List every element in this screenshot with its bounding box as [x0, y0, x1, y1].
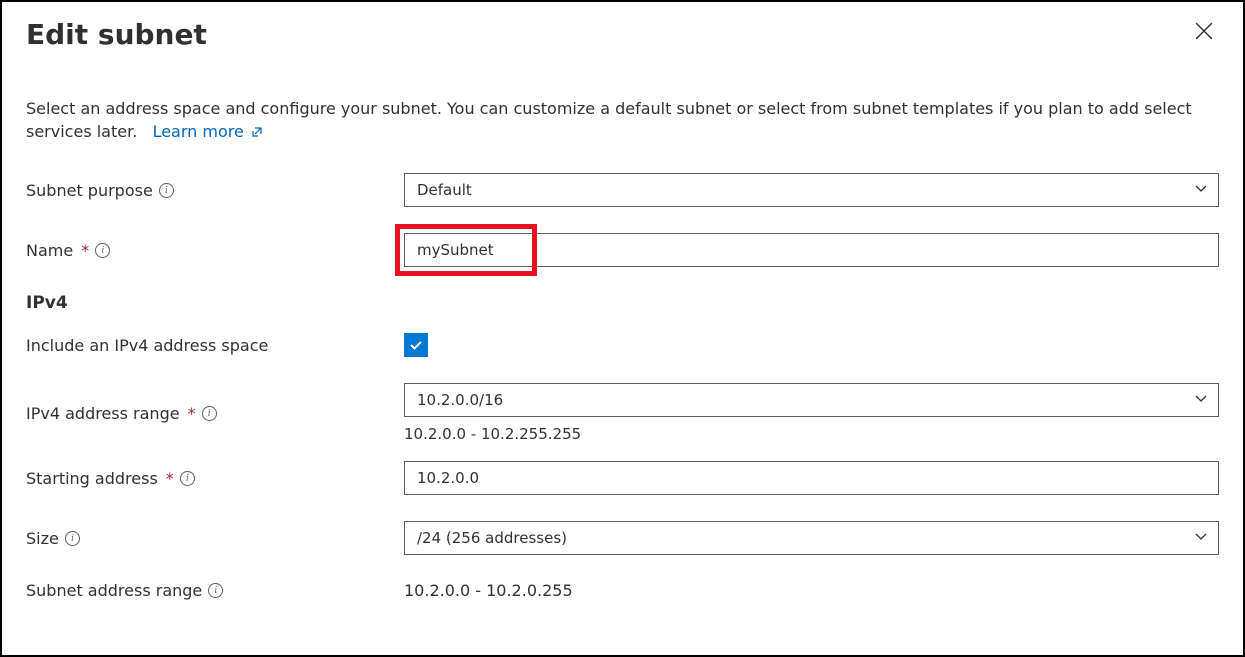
label-name: Name * i	[26, 241, 404, 260]
label-subnet-purpose-text: Subnet purpose	[26, 181, 153, 200]
size-select[interactable]: /24 (256 addresses)	[404, 521, 1219, 555]
info-icon[interactable]: i	[180, 471, 195, 486]
required-indicator: *	[81, 241, 89, 260]
ipv4-range-select[interactable]: 10.2.0.0/16	[404, 383, 1219, 417]
info-icon[interactable]: i	[208, 583, 223, 598]
label-subnet-range: Subnet address range i	[26, 581, 404, 600]
ipv4-range-value: 10.2.0.0/16	[417, 391, 503, 409]
info-icon[interactable]: i	[65, 531, 80, 546]
label-ipv4-range-text: IPv4 address range	[26, 404, 180, 423]
row-ipv4-range-wrap: IPv4 address range * i 10.2.0.0/16 10.2.…	[26, 383, 1219, 443]
panel-header: Edit subnet	[26, 12, 1219, 51]
row-include-ipv4: Include an IPv4 address space	[26, 333, 1219, 357]
name-input[interactable]: mySubnet	[404, 233, 1219, 267]
ipv4-range-helper: 10.2.0.0 - 10.2.255.255	[404, 425, 1219, 443]
required-indicator: *	[188, 404, 196, 423]
label-include-ipv4: Include an IPv4 address space	[26, 336, 404, 355]
label-subnet-range-text: Subnet address range	[26, 581, 202, 600]
chevron-down-icon	[1194, 181, 1208, 199]
learn-more-link[interactable]: Learn more	[153, 122, 263, 141]
start-address-value: 10.2.0.0	[417, 469, 479, 487]
row-subnet-purpose: Subnet purpose i Default	[26, 173, 1219, 207]
panel-title: Edit subnet	[26, 18, 207, 51]
row-ipv4-range: IPv4 address range * i 10.2.0.0/16 10.2.…	[26, 383, 1219, 443]
learn-more-text: Learn more	[153, 122, 244, 141]
ipv4-heading: IPv4	[26, 293, 1219, 313]
subnet-purpose-value: Default	[417, 181, 472, 199]
chevron-down-icon	[1194, 529, 1208, 547]
label-name-text: Name	[26, 241, 73, 260]
edit-subnet-panel: Edit subnet Select an address space and …	[0, 0, 1245, 657]
row-start-address: Starting address * i 10.2.0.0	[26, 461, 1219, 495]
info-icon[interactable]: i	[159, 183, 174, 198]
row-name: Name * i mySubnet	[26, 233, 1219, 267]
row-size: Size i /24 (256 addresses)	[26, 521, 1219, 555]
close-button[interactable]	[1189, 16, 1219, 49]
label-size: Size i	[26, 529, 404, 548]
label-ipv4-range: IPv4 address range * i	[26, 404, 404, 423]
required-indicator: *	[166, 469, 174, 488]
label-include-ipv4-text: Include an IPv4 address space	[26, 336, 268, 355]
close-icon	[1195, 22, 1213, 40]
checkmark-icon	[408, 337, 424, 353]
include-ipv4-checkbox[interactable]	[404, 333, 428, 357]
row-subnet-range: Subnet address range i 10.2.0.0 - 10.2.0…	[26, 581, 1219, 600]
label-size-text: Size	[26, 529, 59, 548]
start-address-input[interactable]: 10.2.0.0	[404, 461, 1219, 495]
subnet-range-value: 10.2.0.0 - 10.2.0.255	[404, 581, 573, 600]
size-value: /24 (256 addresses)	[417, 529, 567, 547]
subnet-purpose-select[interactable]: Default	[404, 173, 1219, 207]
label-subnet-purpose: Subnet purpose i	[26, 181, 404, 200]
chevron-down-icon	[1194, 391, 1208, 409]
intro-text: Select an address space and configure yo…	[26, 97, 1219, 143]
info-icon[interactable]: i	[95, 243, 110, 258]
info-icon[interactable]: i	[202, 406, 217, 421]
name-input-value: mySubnet	[417, 241, 494, 259]
external-link-icon	[251, 126, 263, 138]
label-start-address-text: Starting address	[26, 469, 158, 488]
label-start-address: Starting address * i	[26, 469, 404, 488]
